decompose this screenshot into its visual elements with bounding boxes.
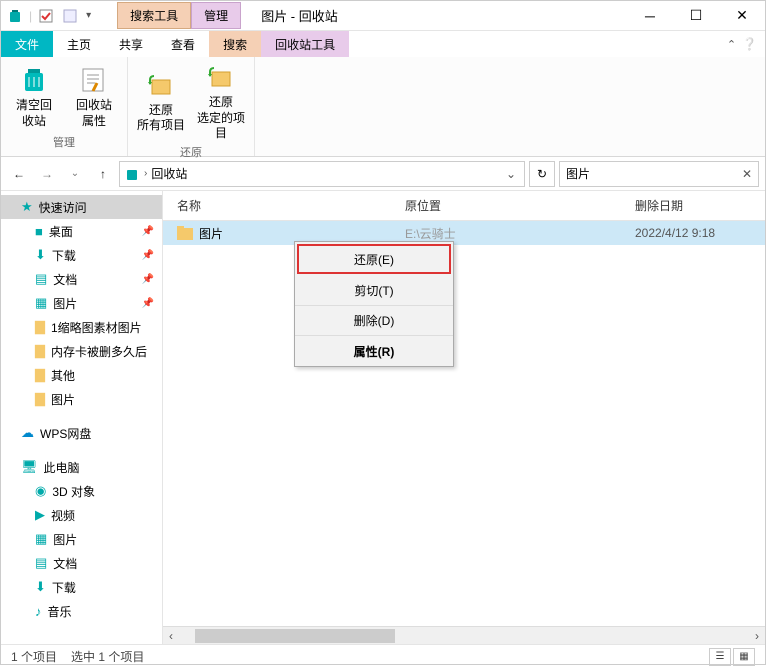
navigation-pane: ★快速访问 ■桌面📌 ⬇下载📌 ▤文档📌 ▦图片📌 ▇1缩略图素材图片 ▇内存卡…: [1, 191, 163, 644]
window-controls: ─ ☐ ✕: [627, 1, 765, 31]
context-cut[interactable]: 剪切(T): [295, 276, 453, 306]
empty-recycle-bin-button[interactable]: 清空回 收站: [9, 61, 59, 132]
pin-icon: 📌: [142, 250, 154, 261]
menu-tabs: 文件 主页 共享 查看 搜索 回收站工具 ⌃ ❔: [1, 31, 765, 57]
minimize-button[interactable]: ─: [627, 1, 673, 31]
ribbon-collapse-icon[interactable]: ⌃: [727, 38, 736, 51]
forward-button[interactable]: →: [35, 162, 59, 186]
status-item-count: 1 个项目: [11, 648, 57, 665]
restore-selected-icon: [205, 61, 237, 93]
folder-icon: [177, 226, 193, 240]
properties-icon: [78, 64, 110, 96]
recycle-bin-path-icon: [124, 166, 140, 182]
sidebar-3d-objects[interactable]: ◉3D 对象: [1, 479, 162, 503]
search-box[interactable]: 图片 ✕: [559, 161, 759, 187]
recycle-bin-properties-button[interactable]: 回收站 属性: [69, 61, 119, 132]
tab-search-tools[interactable]: 搜索工具: [117, 2, 191, 29]
titlebar: | ▾ 搜索工具 管理 图片 - 回收站 ─ ☐ ✕: [1, 1, 765, 31]
context-restore[interactable]: 还原(E): [297, 244, 451, 274]
context-menu: 还原(E) 剪切(T) 删除(D) 属性(R): [294, 241, 454, 367]
sidebar-folder-memcard[interactable]: ▇内存卡被删多久后: [1, 339, 162, 363]
tab-share[interactable]: 共享: [105, 31, 157, 57]
tab-search[interactable]: 搜索: [209, 31, 261, 57]
sidebar-desktop[interactable]: ■桌面📌: [1, 219, 162, 243]
search-clear-icon[interactable]: ✕: [742, 167, 752, 181]
help-icon[interactable]: ❔: [742, 37, 757, 51]
content-pane: 名称 原位置 删除日期 图片 E:\云骑士 2022/4/12 9:18 ‹ ›: [163, 191, 765, 644]
column-headers: 名称 原位置 删除日期: [163, 191, 765, 221]
ribbon-group-manage: 清空回 收站 回收站 属性 管理: [1, 57, 128, 156]
address-bar[interactable]: › 回收站 ⌄: [119, 161, 525, 187]
address-dropdown-icon[interactable]: ⌄: [502, 167, 520, 181]
tab-home[interactable]: 主页: [53, 31, 105, 57]
sidebar-documents-pc[interactable]: ▤文档: [1, 551, 162, 575]
tab-recycle-tools[interactable]: 回收站工具: [261, 31, 349, 57]
recycle-bin-icon[interactable]: [5, 6, 25, 26]
restore-all-icon: [145, 69, 177, 101]
sidebar-wps[interactable]: ☁WPS网盘: [1, 421, 162, 445]
file-list[interactable]: 图片 E:\云骑士 2022/4/12 9:18: [163, 221, 765, 626]
context-properties[interactable]: 属性(R): [295, 336, 453, 366]
back-button[interactable]: ←: [7, 162, 31, 186]
list-item[interactable]: 图片 E:\云骑士 2022/4/12 9:18: [163, 221, 765, 245]
qat-separator: |: [29, 9, 32, 23]
column-name[interactable]: 名称: [177, 197, 405, 214]
context-delete[interactable]: 删除(D): [295, 306, 453, 336]
pin-icon: 📌: [142, 226, 154, 237]
sidebar-documents[interactable]: ▤文档📌: [1, 267, 162, 291]
window-title: 图片 - 回收站: [261, 6, 338, 25]
status-selected-count: 选中 1 个项目: [71, 648, 144, 665]
pin-icon: 📌: [142, 274, 154, 285]
item-name: 图片: [199, 225, 223, 242]
scroll-right-icon[interactable]: ›: [749, 629, 765, 643]
qat-dropdown-icon[interactable]: ▾: [84, 10, 93, 21]
scroll-left-icon[interactable]: ‹: [163, 629, 179, 643]
sidebar-videos[interactable]: ▶视频: [1, 503, 162, 527]
tab-file[interactable]: 文件: [1, 31, 53, 57]
column-original-location[interactable]: 原位置: [405, 197, 635, 214]
sidebar-folder-pics2[interactable]: ▇图片: [1, 387, 162, 411]
view-details-button[interactable]: ☰: [709, 648, 731, 666]
tab-manage[interactable]: 管理: [191, 2, 241, 29]
path-separator-icon[interactable]: ›: [144, 168, 147, 179]
qat-blank-icon[interactable]: [60, 6, 80, 26]
empty-bin-icon: [18, 64, 50, 96]
contextual-tabs: 搜索工具 管理: [117, 2, 241, 29]
ribbon: 清空回 收站 回收站 属性 管理 还原 所有项目 还原: [1, 57, 765, 157]
sidebar-folder-other[interactable]: ▇其他: [1, 363, 162, 387]
sidebar-pictures-pc[interactable]: ▦图片: [1, 527, 162, 551]
restore-all-button[interactable]: 还原 所有项目: [136, 61, 186, 142]
restore-selected-button[interactable]: 还原 选定的项目: [196, 61, 246, 142]
up-button[interactable]: ↑: [91, 162, 115, 186]
sidebar-downloads-pc[interactable]: ⬇下载: [1, 575, 162, 599]
sidebar-folder-thumbnails[interactable]: ▇1缩略图素材图片: [1, 315, 162, 339]
sidebar-downloads[interactable]: ⬇下载📌: [1, 243, 162, 267]
view-icons-button[interactable]: ▦: [733, 648, 755, 666]
status-bar: 1 个项目 选中 1 个项目 ☰ ▦: [1, 644, 765, 668]
quick-access-toolbar: | ▾: [1, 6, 97, 26]
item-delete-date: 2022/4/12 9:18: [635, 226, 765, 240]
horizontal-scrollbar[interactable]: ‹ ›: [163, 626, 765, 644]
navigation-bar: ← → ⌄ ↑ › 回收站 ⌄ ↻ 图片 ✕: [1, 157, 765, 191]
close-button[interactable]: ✕: [719, 1, 765, 31]
column-delete-date[interactable]: 删除日期: [635, 197, 765, 214]
maximize-button[interactable]: ☐: [673, 1, 719, 31]
search-text: 图片: [566, 165, 590, 182]
sidebar-pictures[interactable]: ▦图片📌: [1, 291, 162, 315]
address-text[interactable]: 回收站: [151, 165, 187, 182]
item-original-location: E:\云骑士: [405, 225, 635, 242]
properties-checkbox-icon[interactable]: [36, 6, 56, 26]
pin-icon: 📌: [142, 298, 154, 309]
refresh-button[interactable]: ↻: [529, 161, 555, 187]
sidebar-this-pc[interactable]: 🖥此电脑: [1, 455, 162, 479]
sidebar-music[interactable]: ♪音乐: [1, 599, 162, 623]
recent-dropdown[interactable]: ⌄: [63, 162, 87, 186]
sidebar-quick-access[interactable]: ★快速访问: [1, 195, 162, 219]
tab-view[interactable]: 查看: [157, 31, 209, 57]
ribbon-group-restore: 还原 所有项目 还原 选定的项目 还原: [128, 57, 255, 156]
scroll-thumb[interactable]: [195, 629, 395, 643]
